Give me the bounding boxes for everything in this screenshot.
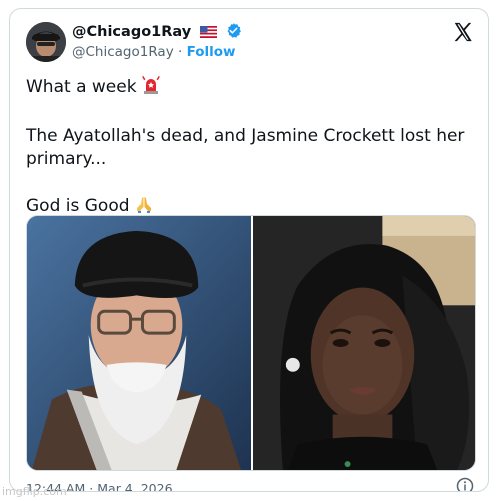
media-image-left[interactable]: [27, 216, 251, 470]
handle-row: @Chicago1Ray · Follow: [72, 44, 236, 60]
follow-button[interactable]: Follow: [187, 44, 236, 60]
tweet-line-1: What a week: [26, 75, 476, 102]
imgflip-watermark: imgflip.com: [2, 485, 67, 498]
tweet-line-2: The Ayatollah's dead, and Jasmine Crocke…: [26, 126, 465, 169]
display-name[interactable]: @Chicago1Ray: [72, 22, 242, 43]
x-logo-icon[interactable]: [452, 21, 474, 43]
media-image-right[interactable]: [253, 216, 475, 470]
handle[interactable]: @Chicago1Ray: [72, 44, 174, 60]
handle-separator: ·: [173, 44, 187, 60]
verified-badge-icon: [225, 22, 242, 43]
tweet-card[interactable]: @Chicago1Ray @Chicago1Ray · Follow What …: [9, 8, 489, 492]
siren-emoji-icon: [141, 75, 161, 102]
us-flag-icon: [200, 26, 218, 42]
tweet-media[interactable]: [26, 215, 476, 471]
tweet-text: What a week The Ayatollah's dead, and Ja…: [26, 75, 476, 221]
info-icon[interactable]: [456, 477, 474, 492]
avatar[interactable]: [26, 22, 66, 62]
display-name-text[interactable]: @Chicago1Ray: [72, 24, 191, 40]
